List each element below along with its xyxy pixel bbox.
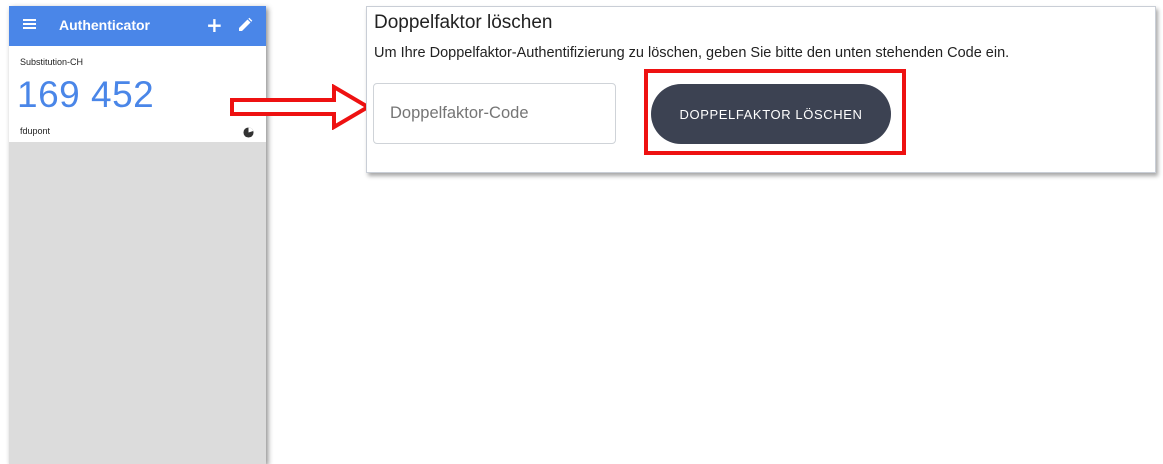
otp-code: 169 452 — [17, 74, 155, 115]
delete-2fa-button[interactable]: DOPPELFAKTOR LÖSCHEN — [651, 84, 891, 144]
otp-account: fdupont — [20, 126, 51, 136]
panel-description: Um Ihre Doppelfaktor-Authentifizierung z… — [374, 45, 1010, 61]
otp-entry[interactable]: Substitution-CH 169 452 fdupont — [9, 46, 266, 142]
menu-icon[interactable] — [23, 17, 36, 31]
authenticator-app: Authenticator + Substitution-CH 169 452 … — [9, 6, 266, 464]
app-title: Authenticator — [59, 17, 150, 33]
plus-icon[interactable]: + — [206, 13, 223, 37]
right-arrow — [230, 84, 370, 130]
panel-heading: Doppelfaktor löschen — [374, 12, 553, 33]
2fa-code-input[interactable] — [373, 83, 616, 144]
app-bar: Authenticator + — [9, 6, 266, 46]
otp-issuer: Substitution-CH — [20, 57, 84, 67]
pencil-icon[interactable] — [237, 17, 253, 33]
